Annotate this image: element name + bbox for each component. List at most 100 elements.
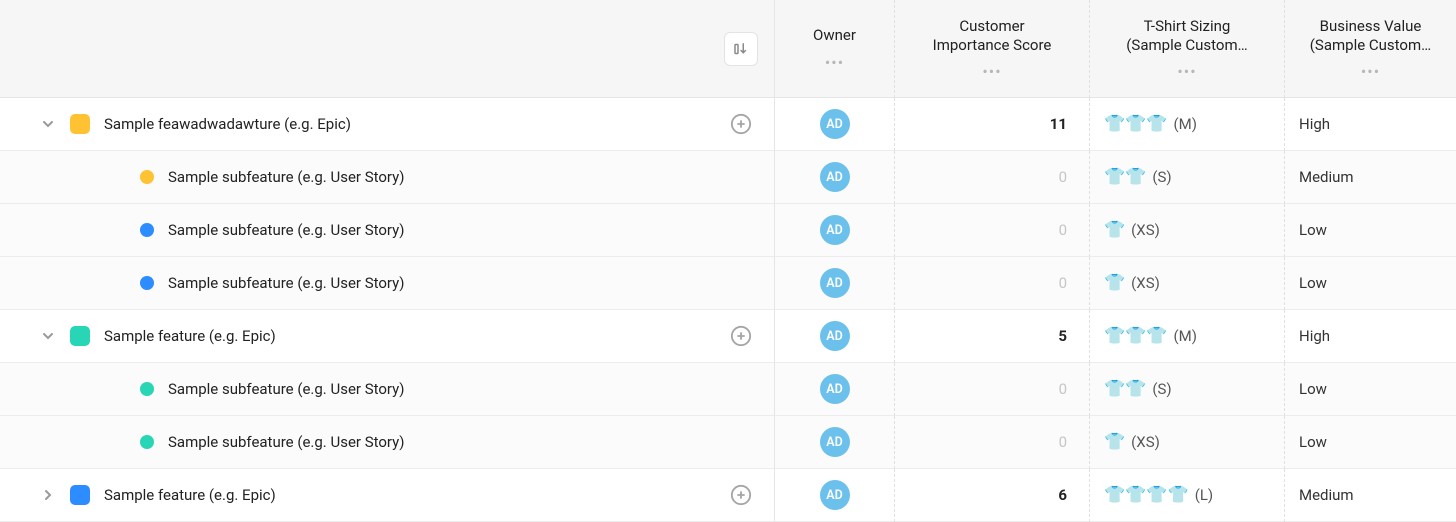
item-title[interactable]: Sample subfeature (e.g. User Story) xyxy=(168,380,762,398)
row-name-cell[interactable]: Sample feature (e.g. Epic) xyxy=(0,469,775,522)
chevron-down-icon[interactable] xyxy=(40,330,56,342)
tshirt-cell[interactable]: 👕👕👕👕(L) xyxy=(1090,469,1285,522)
chevron-right-icon[interactable] xyxy=(40,489,56,501)
epic-color-swatch xyxy=(70,114,90,134)
score-cell[interactable]: 11 xyxy=(895,98,1090,151)
score-cell[interactable]: 0 xyxy=(895,151,1090,204)
tshirt-cell[interactable]: 👕👕👕(M) xyxy=(1090,310,1285,363)
item-title[interactable]: Sample feawadwadawture (e.g. Epic) xyxy=(104,115,714,133)
business-value-cell[interactable]: Low xyxy=(1285,204,1456,257)
avatar[interactable]: AD xyxy=(820,480,850,510)
business-value-cell[interactable]: Low xyxy=(1285,416,1456,469)
header-score-label: Customer Importance Score xyxy=(933,17,1052,55)
score-cell[interactable]: 0 xyxy=(895,204,1090,257)
score-value: 0 xyxy=(1059,221,1067,239)
owner-cell[interactable]: AD xyxy=(775,310,895,363)
owner-cell[interactable]: AD xyxy=(775,98,895,151)
score-value: 0 xyxy=(1059,274,1067,292)
owner-cell[interactable]: AD xyxy=(775,416,895,469)
avatar[interactable]: AD xyxy=(820,427,850,457)
business-value-text: Low xyxy=(1299,274,1327,292)
size-label: (XS) xyxy=(1131,274,1160,292)
avatar[interactable]: AD xyxy=(820,374,850,404)
row-name-cell[interactable]: Sample subfeature (e.g. User Story) xyxy=(0,151,775,204)
shirt-icon: 👕 xyxy=(1104,487,1125,504)
business-value-cell[interactable]: High xyxy=(1285,98,1456,151)
sort-button[interactable] xyxy=(724,32,758,66)
backlog-grid: Owner ••• Customer Importance Score ••• … xyxy=(0,0,1456,522)
score-cell[interactable]: 0 xyxy=(895,363,1090,416)
tshirt-cell[interactable]: 👕(XS) xyxy=(1090,204,1285,257)
owner-cell[interactable]: AD xyxy=(775,469,895,522)
chevron-down-icon[interactable] xyxy=(40,118,56,130)
header-owner[interactable]: Owner ••• xyxy=(775,0,895,98)
business-value-cell[interactable]: Medium xyxy=(1285,151,1456,204)
business-value-cell[interactable]: Low xyxy=(1285,257,1456,310)
score-cell[interactable]: 0 xyxy=(895,416,1090,469)
tshirt-cell[interactable]: 👕👕(S) xyxy=(1090,363,1285,416)
shirt-icon: 👕 xyxy=(1168,487,1189,504)
row-name-cell[interactable]: Sample subfeature (e.g. User Story) xyxy=(0,416,775,469)
story-color-dot xyxy=(140,170,154,184)
item-title[interactable]: Sample feature (e.g. Epic) xyxy=(104,327,714,345)
add-child-button[interactable] xyxy=(728,111,754,137)
item-title[interactable]: Sample feature (e.g. Epic) xyxy=(104,486,714,504)
business-value-text: High xyxy=(1299,327,1330,345)
score-value: 0 xyxy=(1059,380,1067,398)
shirt-icon: 👕 xyxy=(1104,169,1125,186)
story-color-dot xyxy=(140,276,154,290)
business-value-cell[interactable]: Low xyxy=(1285,363,1456,416)
score-cell[interactable]: 0 xyxy=(895,257,1090,310)
more-icon[interactable]: ••• xyxy=(982,64,1001,80)
score-value: 0 xyxy=(1059,168,1067,186)
item-title[interactable]: Sample subfeature (e.g. User Story) xyxy=(168,433,762,451)
item-title[interactable]: Sample subfeature (e.g. User Story) xyxy=(168,168,762,186)
avatar[interactable]: AD xyxy=(820,109,850,139)
more-icon[interactable]: ••• xyxy=(1361,64,1380,80)
business-value-text: Low xyxy=(1299,380,1327,398)
shirt-icon: 👕 xyxy=(1125,116,1146,133)
size-label: (S) xyxy=(1152,168,1171,186)
score-cell[interactable]: 5 xyxy=(895,310,1090,363)
shirt-icons: 👕👕👕👕 xyxy=(1104,487,1189,504)
story-color-dot xyxy=(140,223,154,237)
story-color-dot xyxy=(140,435,154,449)
shirt-icons: 👕 xyxy=(1104,275,1125,292)
owner-cell[interactable]: AD xyxy=(775,151,895,204)
row-name-cell[interactable]: Sample subfeature (e.g. User Story) xyxy=(0,204,775,257)
owner-cell[interactable]: AD xyxy=(775,363,895,416)
shirt-icon: 👕 xyxy=(1104,275,1125,292)
business-value-cell[interactable]: Medium xyxy=(1285,469,1456,522)
shirt-icon: 👕 xyxy=(1146,116,1167,133)
owner-cell[interactable]: AD xyxy=(775,257,895,310)
header-name-cell xyxy=(0,0,775,98)
header-biz[interactable]: Business Value (Sample Custom… ••• xyxy=(1285,0,1456,98)
tshirt-cell[interactable]: 👕(XS) xyxy=(1090,416,1285,469)
more-icon[interactable]: ••• xyxy=(825,55,844,71)
score-cell[interactable]: 6 xyxy=(895,469,1090,522)
row-name-cell[interactable]: Sample feawadwadawture (e.g. Epic) xyxy=(0,98,775,151)
owner-cell[interactable]: AD xyxy=(775,204,895,257)
item-title[interactable]: Sample subfeature (e.g. User Story) xyxy=(168,221,762,239)
header-score[interactable]: Customer Importance Score ••• xyxy=(895,0,1090,98)
add-child-button[interactable] xyxy=(728,482,754,508)
shirt-icon: 👕 xyxy=(1125,381,1146,398)
score-value: 6 xyxy=(1058,486,1067,504)
add-child-button[interactable] xyxy=(728,323,754,349)
header-tshirt[interactable]: T-Shirt Sizing (Sample Custom… ••• xyxy=(1090,0,1285,98)
more-icon[interactable]: ••• xyxy=(1177,64,1196,80)
avatar[interactable]: AD xyxy=(820,215,850,245)
avatar[interactable]: AD xyxy=(820,321,850,351)
shirt-icons: 👕👕👕 xyxy=(1104,328,1168,345)
avatar[interactable]: AD xyxy=(820,162,850,192)
tshirt-cell[interactable]: 👕👕(S) xyxy=(1090,151,1285,204)
item-title[interactable]: Sample subfeature (e.g. User Story) xyxy=(168,274,762,292)
row-name-cell[interactable]: Sample subfeature (e.g. User Story) xyxy=(0,257,775,310)
tshirt-cell[interactable]: 👕 (XS) xyxy=(1090,257,1285,310)
row-name-cell[interactable]: Sample subfeature (e.g. User Story) xyxy=(0,363,775,416)
tshirt-cell[interactable]: 👕👕👕(M) xyxy=(1090,98,1285,151)
business-value-cell[interactable]: High xyxy=(1285,310,1456,363)
row-name-cell[interactable]: Sample feature (e.g. Epic) xyxy=(0,310,775,363)
shirt-icon: 👕 xyxy=(1146,328,1167,345)
avatar[interactable]: AD xyxy=(820,268,850,298)
